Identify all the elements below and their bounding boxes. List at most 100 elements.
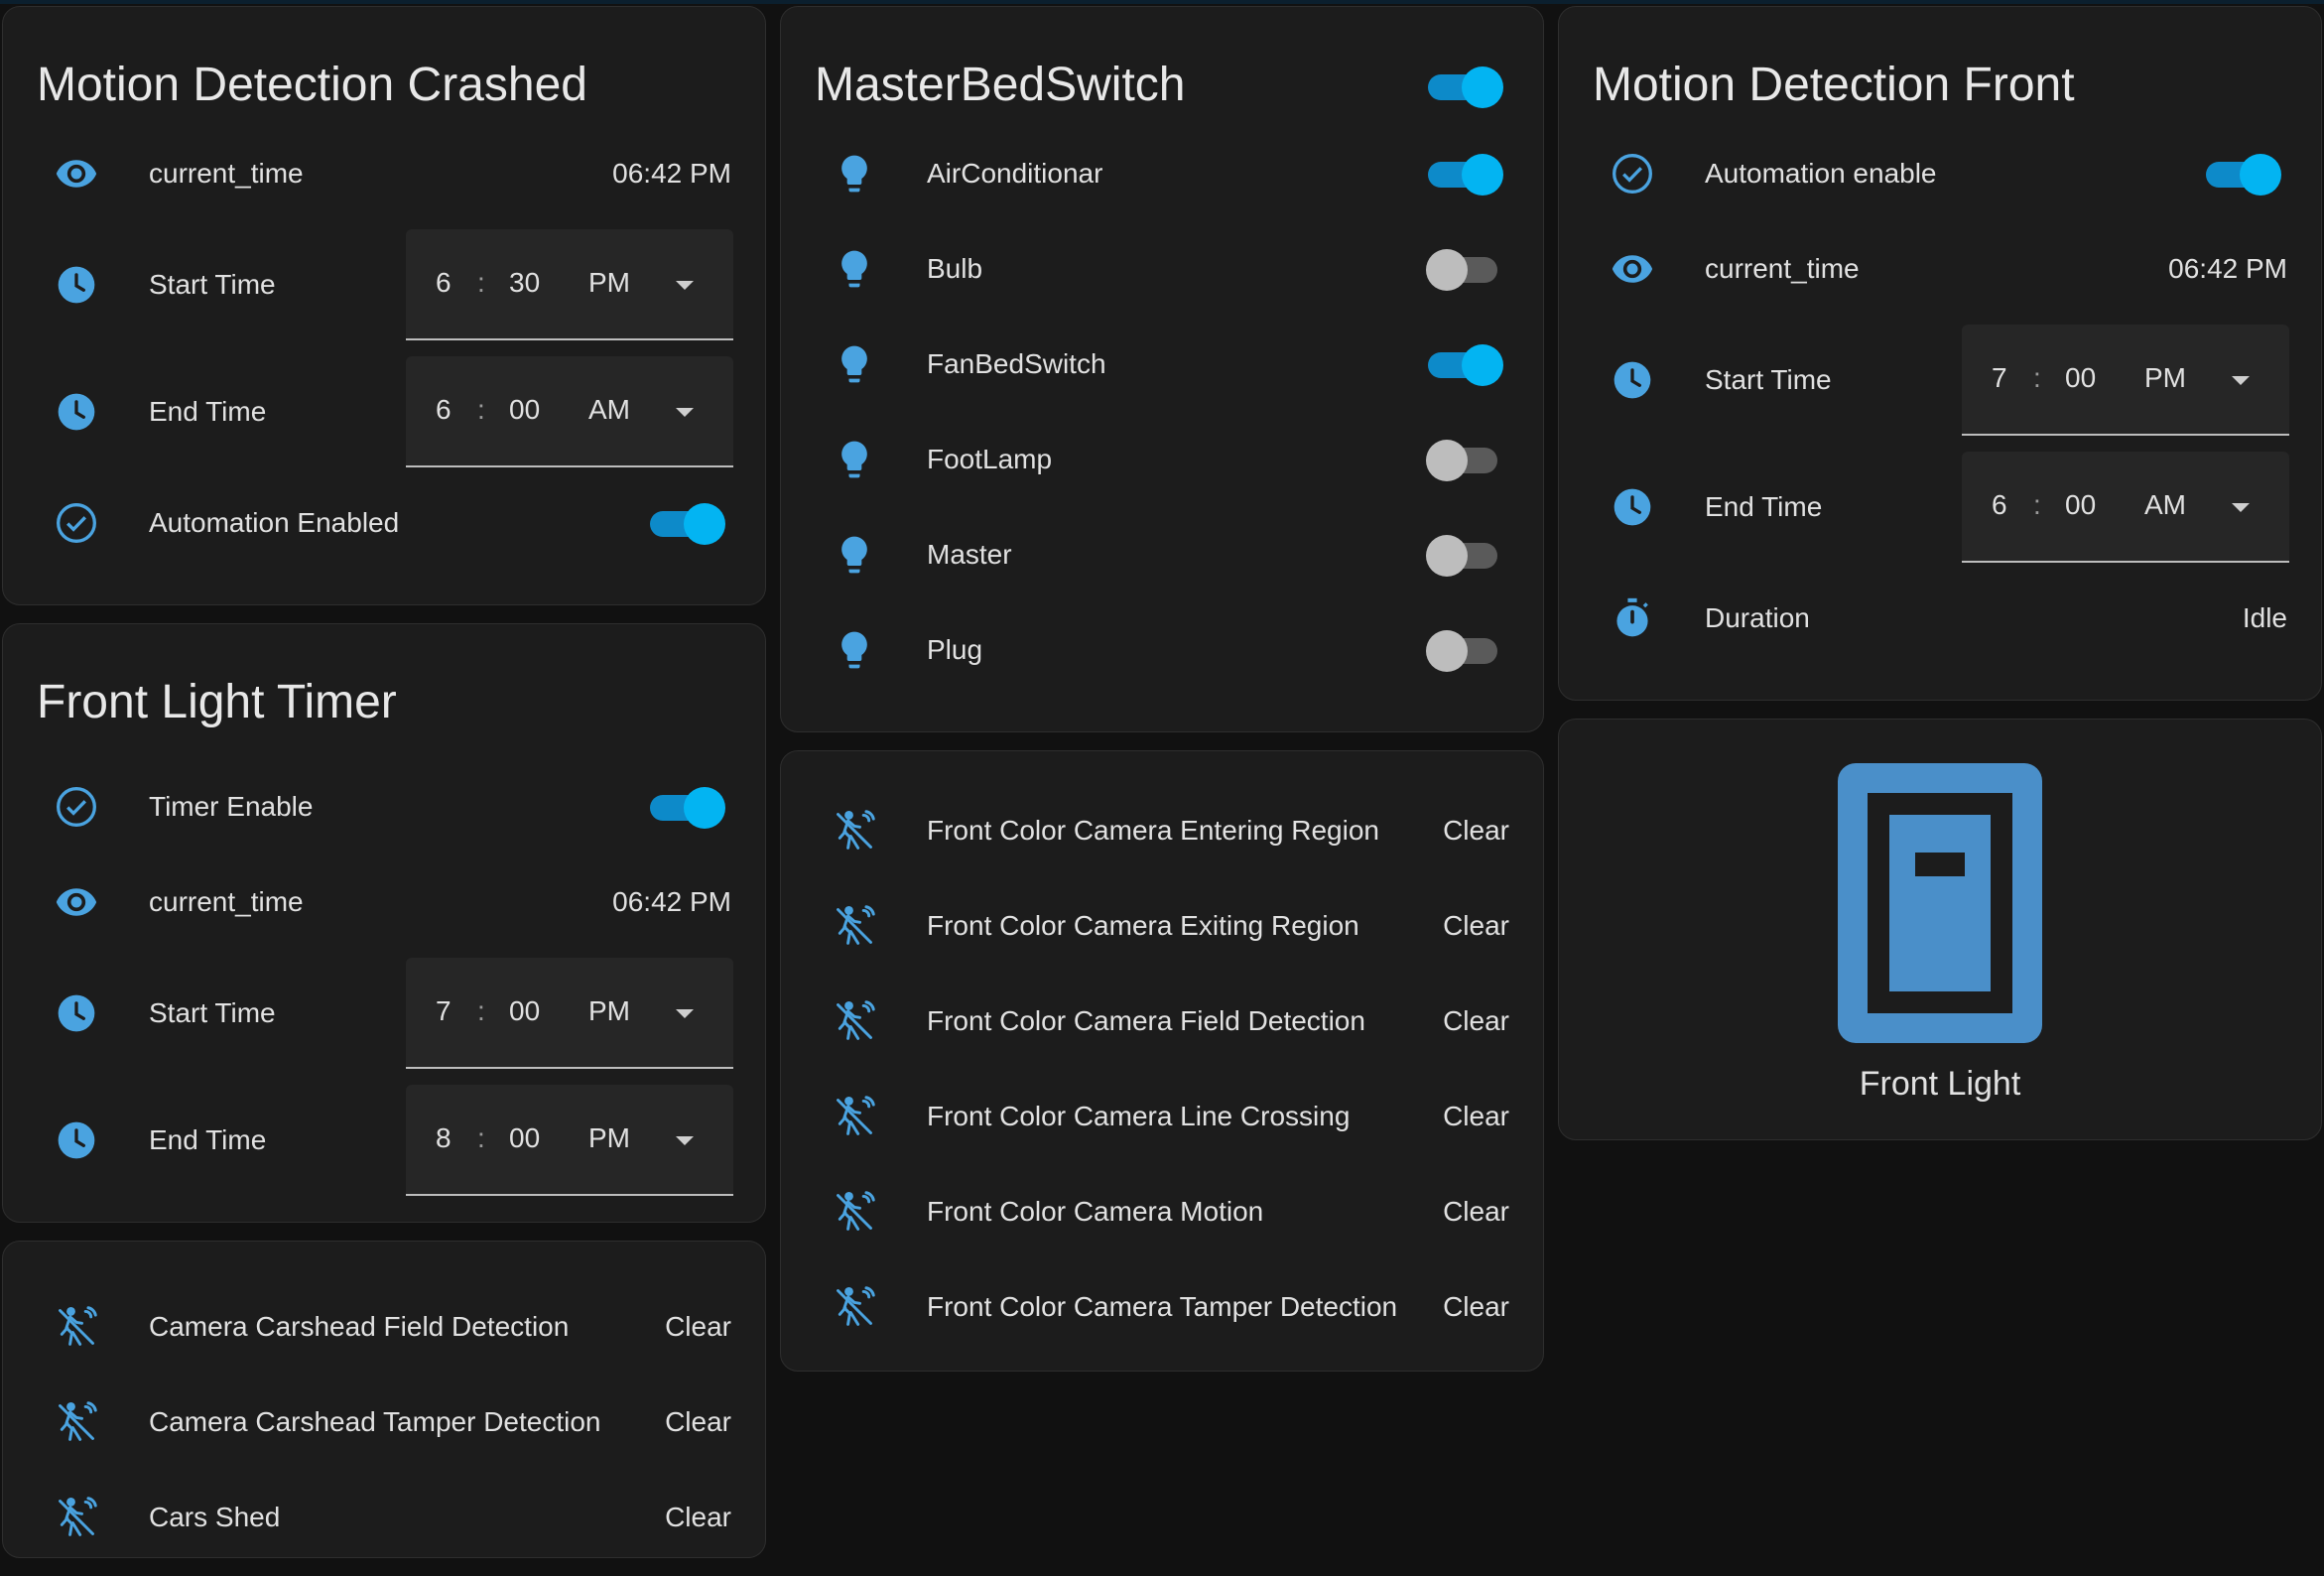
chevron-down-icon[interactable]	[676, 281, 694, 290]
row-value: Clear	[1443, 1101, 1509, 1131]
top-edge	[0, 0, 2324, 4]
row-label: Front Color Camera Field Detection	[927, 1005, 1365, 1036]
motion-sensor-icon	[833, 1095, 876, 1138]
switch-toggle[interactable]	[1426, 438, 1501, 481]
end-time-input[interactable]: 6 : 00 AM	[1962, 452, 2289, 563]
clock-icon	[55, 390, 98, 434]
carshed-events-card: Camera Carshead Field Detection Clear Ca…	[2, 1241, 766, 1558]
row-label: Camera Carshead Tamper Detection	[149, 1406, 601, 1437]
row-value: 06:42 PM	[612, 158, 731, 189]
end-time-input[interactable]: 6 : 00 AM	[406, 356, 733, 467]
switch-row: FootLamp	[781, 412, 1543, 507]
current-time-row[interactable]: current_time 06:42 PM	[3, 126, 765, 221]
switch-toggle[interactable]	[1428, 342, 1503, 386]
hour-field[interactable]: 7	[436, 995, 452, 1027]
row-label: Timer Enable	[149, 791, 314, 822]
row-label: Cars Shed	[149, 1502, 281, 1532]
row-label: Front Color Camera Line Crossing	[927, 1101, 1351, 1131]
row-label: Front Color Camera Tamper Detection	[927, 1291, 1398, 1322]
hour-field[interactable]: 6	[436, 267, 452, 299]
row-label: End Time	[1705, 491, 1823, 522]
bulb-icon	[833, 438, 876, 481]
hour-field[interactable]: 7	[1992, 362, 2007, 394]
event-row[interactable]: Front Color Camera Entering Region Clear	[781, 783, 1543, 878]
chevron-down-icon[interactable]	[2232, 503, 2250, 512]
switch-row: Master	[781, 507, 1543, 602]
minute-field[interactable]: 30	[509, 267, 540, 299]
master-bed-switch-card: MasterBedSwitch AirConditionar Bulb FanB…	[780, 6, 1544, 732]
hour-field[interactable]: 8	[436, 1122, 452, 1154]
current-time-row[interactable]: current_time 06:42 PM	[3, 854, 765, 950]
time-separator: :	[477, 267, 485, 298]
event-row[interactable]: Front Color Camera Tamper Detection Clea…	[781, 1259, 1543, 1355]
motion-sensor-icon	[55, 1400, 98, 1444]
check-circle-icon	[55, 785, 98, 829]
chevron-down-icon[interactable]	[676, 1136, 694, 1145]
minute-field[interactable]: 00	[509, 394, 540, 426]
eye-icon	[1611, 247, 1654, 291]
automation-enable-toggle[interactable]	[2206, 152, 2281, 196]
switch-toggle[interactable]	[1426, 628, 1501, 672]
minute-field[interactable]: 00	[2065, 362, 2096, 394]
ampm-select[interactable]: PM	[2144, 362, 2186, 394]
minute-field[interactable]: 00	[2065, 489, 2096, 521]
row-label: FootLamp	[927, 444, 1053, 474]
current-time-row[interactable]: current_time 06:42 PM	[1559, 221, 2321, 317]
timer-enable-toggle[interactable]	[650, 785, 725, 829]
bulb-icon	[833, 533, 876, 577]
start-time-row: Start Time 7 : 00 PM	[3, 950, 765, 1077]
motion-sensor-icon	[55, 1496, 98, 1539]
switch-row: FanBedSwitch	[781, 317, 1543, 412]
row-label: AirConditionar	[927, 158, 1103, 189]
bulb-icon	[833, 342, 876, 386]
chevron-down-icon[interactable]	[676, 408, 694, 417]
ampm-select[interactable]: PM	[588, 267, 630, 299]
ampm-select[interactable]: PM	[588, 995, 630, 1027]
chevron-down-icon[interactable]	[676, 1009, 694, 1018]
row-label: Front Color Camera Entering Region	[927, 815, 1379, 846]
master-bed-switch-toggle[interactable]	[1428, 65, 1503, 108]
front-light-button-card[interactable]: Front Light	[1558, 719, 2322, 1140]
clock-icon	[55, 1118, 98, 1162]
switch-toggle[interactable]	[1426, 247, 1501, 291]
event-row[interactable]: Camera Carshead Tamper Detection Clear	[3, 1375, 765, 1470]
automation-enabled-row: Automation Enabled	[3, 475, 765, 571]
switch-row: AirConditionar	[781, 126, 1543, 221]
switch-toggle[interactable]	[1426, 533, 1501, 577]
motion-front-card: Motion Detection Front Automation enable…	[1558, 6, 2322, 701]
duration-row[interactable]: Duration Idle	[1559, 571, 2321, 666]
end-time-row: End Time 8 : 00 PM	[3, 1077, 765, 1204]
start-time-input[interactable]: 7 : 00 PM	[406, 958, 733, 1069]
minute-field[interactable]: 00	[509, 995, 540, 1027]
ampm-select[interactable]: AM	[2144, 489, 2186, 521]
switch-toggle[interactable]	[1428, 152, 1503, 196]
row-label: Start Time	[149, 997, 276, 1028]
check-circle-icon	[55, 501, 98, 545]
card-title: Motion Detection Crashed	[37, 59, 587, 111]
minute-field[interactable]: 00	[509, 1122, 540, 1154]
chevron-down-icon[interactable]	[2232, 376, 2250, 385]
start-time-input[interactable]: 7 : 00 PM	[1962, 325, 2289, 436]
automation-enabled-toggle[interactable]	[650, 501, 725, 545]
time-separator: :	[477, 1122, 485, 1153]
event-row[interactable]: Camera Carshead Field Detection Clear	[3, 1279, 765, 1375]
event-row[interactable]: Front Color Camera Motion Clear	[781, 1164, 1543, 1259]
ampm-select[interactable]: PM	[588, 1122, 630, 1154]
row-label: Start Time	[1705, 364, 1832, 395]
event-row[interactable]: Front Color Camera Exiting Region Clear	[781, 878, 1543, 974]
start-time-input[interactable]: 6 : 30 PM	[406, 229, 733, 340]
end-time-input[interactable]: 8 : 00 PM	[406, 1085, 733, 1196]
row-value: Clear	[1443, 1291, 1509, 1322]
motion-sensor-icon	[833, 904, 876, 948]
event-row[interactable]: Front Color Camera Field Detection Clear	[781, 974, 1543, 1069]
hour-field[interactable]: 6	[436, 394, 452, 426]
time-separator: :	[477, 394, 485, 425]
row-label: Plug	[927, 634, 983, 665]
ampm-select[interactable]: AM	[588, 394, 630, 426]
time-separator: :	[2033, 489, 2041, 520]
row-label: Master	[927, 539, 1012, 570]
event-row[interactable]: Cars Shed Clear	[3, 1470, 765, 1565]
hour-field[interactable]: 6	[1992, 489, 2007, 521]
event-row[interactable]: Front Color Camera Line Crossing Clear	[781, 1069, 1543, 1164]
time-separator: :	[477, 995, 485, 1026]
